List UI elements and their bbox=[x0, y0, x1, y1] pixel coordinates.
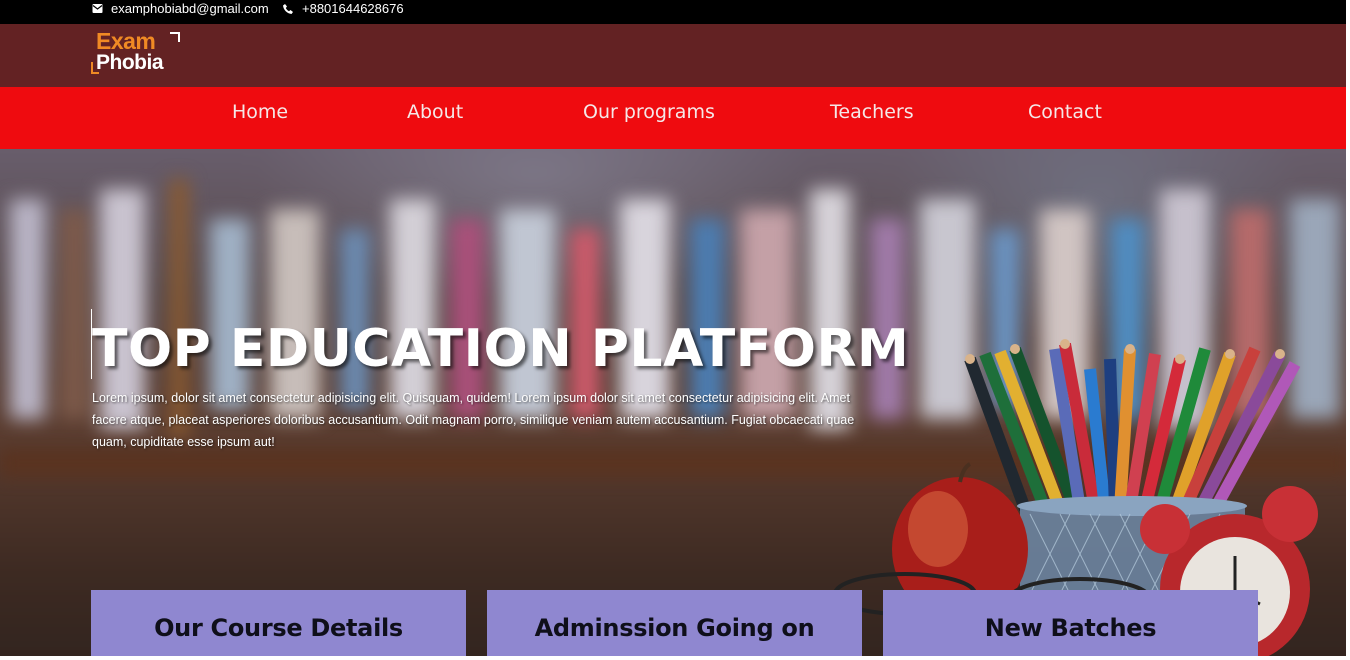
envelope-icon bbox=[92, 4, 103, 13]
email-contact[interactable]: examphobiabd@gmail.com bbox=[92, 1, 269, 16]
logo-text-phobia: Phobia bbox=[96, 51, 164, 74]
phone-text: +8801644628676 bbox=[302, 1, 404, 16]
contact-topbar: examphobiabd@gmail.com +8801644628676 bbox=[0, 0, 1350, 24]
page-bottom-edge bbox=[0, 656, 1350, 660]
nav-home[interactable]: Home bbox=[232, 101, 288, 123]
admission-card[interactable]: Adminssion Going on bbox=[487, 590, 862, 656]
new-batches-card[interactable]: New Batches bbox=[883, 590, 1258, 656]
nav-about[interactable]: About bbox=[407, 101, 463, 123]
brand-header: Exam Phobia bbox=[0, 24, 1350, 87]
email-text: examphobiabd@gmail.com bbox=[111, 1, 269, 16]
card-title: New Batches bbox=[984, 614, 1157, 642]
card-title: Adminssion Going on bbox=[534, 614, 815, 642]
page-right-edge bbox=[1346, 0, 1350, 660]
course-details-card[interactable]: Our Course Details bbox=[91, 590, 466, 656]
phone-contact[interactable]: +8801644628676 bbox=[282, 1, 404, 16]
pencil-cup bbox=[964, 342, 1301, 512]
site-logo[interactable]: Exam Phobia bbox=[90, 28, 182, 78]
phone-icon bbox=[283, 3, 293, 14]
card-title: Our Course Details bbox=[154, 614, 403, 642]
main-navigation: Home About Our programs Teachers Contact bbox=[0, 87, 1350, 149]
logo-corner-mark bbox=[170, 32, 180, 42]
nav-our-programs[interactable]: Our programs bbox=[583, 101, 715, 123]
hero-banner: TOP EDUCATION PLATFORM Lorem ipsum, dolo… bbox=[0, 149, 1350, 656]
hero-title: TOP EDUCATION PLATFORM bbox=[92, 319, 910, 379]
nav-teachers[interactable]: Teachers bbox=[830, 101, 914, 123]
nav-contact[interactable]: Contact bbox=[1028, 101, 1102, 123]
hero-description: Lorem ipsum, dolor sit amet consectetur … bbox=[92, 391, 855, 449]
